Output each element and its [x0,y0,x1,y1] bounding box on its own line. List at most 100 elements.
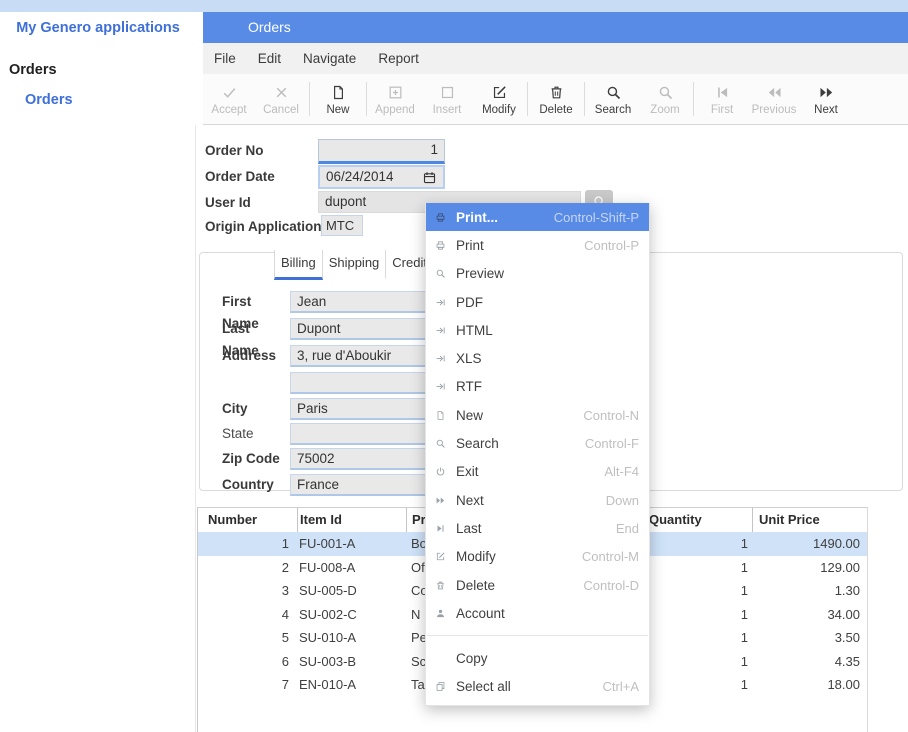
cell-unit-price: 18.00 [752,673,867,697]
cell-number: 4 [198,603,297,627]
cell-item-id: FU-008-A [297,556,406,580]
applications-panel-title: My Genero applications [0,20,196,36]
context-menu-item-html[interactable]: HTML [426,316,649,344]
context-menu-icon-slot [435,240,450,251]
toolbar-button-label: Modify [482,104,516,116]
context-menu-item-last[interactable]: LastEnd [426,514,649,542]
context-menu-item-xls[interactable]: XLS [426,344,649,372]
column-header-quantity[interactable]: Quantity [640,508,752,532]
context-menu-icon-slot [435,466,450,477]
calendar-icon[interactable] [422,170,437,185]
context-menu-item-shortcut: Control-D [583,578,639,593]
context-menu-item-shortcut: Control-P [584,238,639,253]
tab-strip: BillingShippingCredit [274,250,434,280]
insert-button: Insert [421,82,473,116]
modify-button[interactable]: Modify [473,82,525,116]
search-button[interactable]: Search [587,82,639,116]
context-menu-item-search[interactable]: SearchControl-F [426,429,649,457]
context-menu-item-next[interactable]: NextDown [426,486,649,514]
cell-number: 1 [198,532,297,556]
cancel-button: Cancel [255,82,307,116]
context-menu-item-delete[interactable]: DeleteControl-D [426,571,649,599]
city-label: City [222,398,286,420]
tab-shipping[interactable]: Shipping [323,250,387,280]
cell-unit-price: 34.00 [752,603,867,627]
accept-button: Accept [203,82,255,116]
top-strip [0,0,908,12]
toolbar-separator [527,82,528,116]
context-menu-item-select-all[interactable]: Select allCtrl+A [426,673,649,701]
context-menu-item-print[interactable]: Print...Control-Shift-P [426,203,649,231]
context-menu-item-shortcut: Alt-F4 [604,464,639,479]
window-title: Orders [248,19,291,35]
order-no-field[interactable]: 1 [318,139,445,164]
preview-magnifier-icon [435,268,446,279]
search-magnifier-icon [435,438,446,449]
origin-application-field[interactable]: MTC [321,215,363,236]
new-button[interactable]: New [312,82,364,116]
cell-quantity: 1 [640,556,752,580]
search-magnifier-icon [605,84,622,101]
context-menu-item-pdf[interactable]: PDF [426,288,649,316]
column-header-number[interactable]: Number [198,508,297,532]
context-menu-icon-slot [435,608,450,619]
context-menu-icon-slot [435,523,450,534]
context-menu-item-exit[interactable]: ExitAlt-F4 [426,458,649,486]
context-menu-item-print[interactable]: Print Control-P [426,231,649,259]
append-plus-icon [387,84,404,101]
new-page-icon [435,410,446,421]
menu-file[interactable]: File [203,43,247,74]
toolbar-button-label: Previous [752,104,797,116]
context-menu-icon-slot [435,381,450,392]
sidebar-group-orders: Orders [9,62,57,78]
context-menu-item-rtf[interactable]: RTF [426,373,649,401]
sidebar-item-orders[interactable]: Orders [25,92,73,108]
context-menu-item-new[interactable]: NewControl-N [426,401,649,429]
menu-navigate[interactable]: Navigate [292,43,367,74]
context-menu-icon-slot [435,297,450,308]
cell-item-id: EN-010-A [297,673,406,697]
toolbar-separator [309,82,310,116]
cell-quantity: 1 [640,579,752,603]
menu-edit[interactable]: Edit [247,43,292,74]
cell-unit-price: 129.00 [752,556,867,580]
order-date-label: Order Date [205,165,275,188]
context-menu-item-preview[interactable]: Preview [426,260,649,288]
toolbar-button-label: Cancel [263,104,299,116]
toolbar-button-label: Search [595,104,631,116]
cell-number: 2 [198,556,297,580]
context-menu-item-shortcut: Control-M [582,549,639,564]
new-page-icon [330,84,347,101]
context-menu-icon-slot [435,681,450,692]
toolbar-button-label: Delete [539,104,572,116]
address-label: Address [222,345,286,367]
context-menu-item-label: Last [456,521,482,536]
cell-unit-price: 1.30 [752,579,867,603]
cell-number: 6 [198,650,297,674]
column-header-unit-price[interactable]: Unit Price [752,508,867,532]
cell-item-id: FU-001-A [297,532,406,556]
context-menu-item-account[interactable]: Account [426,599,649,627]
column-header-item-id[interactable]: Item Id [297,508,406,532]
tab-billing[interactable]: Billing [274,250,323,280]
context-menu-item-copy[interactable]: Copy [426,644,649,672]
order-date-field[interactable]: 06/24/2014 [318,165,445,189]
context-menu-item-label: Search [456,436,499,451]
last-icon [435,523,446,534]
accept-check-icon [221,84,238,101]
cancel-x-icon [273,84,290,101]
menu-report[interactable]: Report [367,43,430,74]
context-menu-icon-slot [435,325,450,336]
menubar: FileEditNavigateReport [203,43,908,74]
context-menu-separator [427,635,648,636]
context-menu-item-label: Modify [456,549,496,564]
state-label: State [222,423,286,445]
context-menu-item-label: Print [456,238,484,253]
first-button: First [696,82,748,116]
context-menu-item-shortcut: Ctrl+A [603,679,639,694]
delete-button[interactable]: Delete [530,82,582,116]
export-icon [435,381,446,392]
account-person-icon [435,608,446,619]
context-menu-item-modify[interactable]: Modify Control-M [426,543,649,571]
next-button[interactable]: Next [800,82,852,116]
